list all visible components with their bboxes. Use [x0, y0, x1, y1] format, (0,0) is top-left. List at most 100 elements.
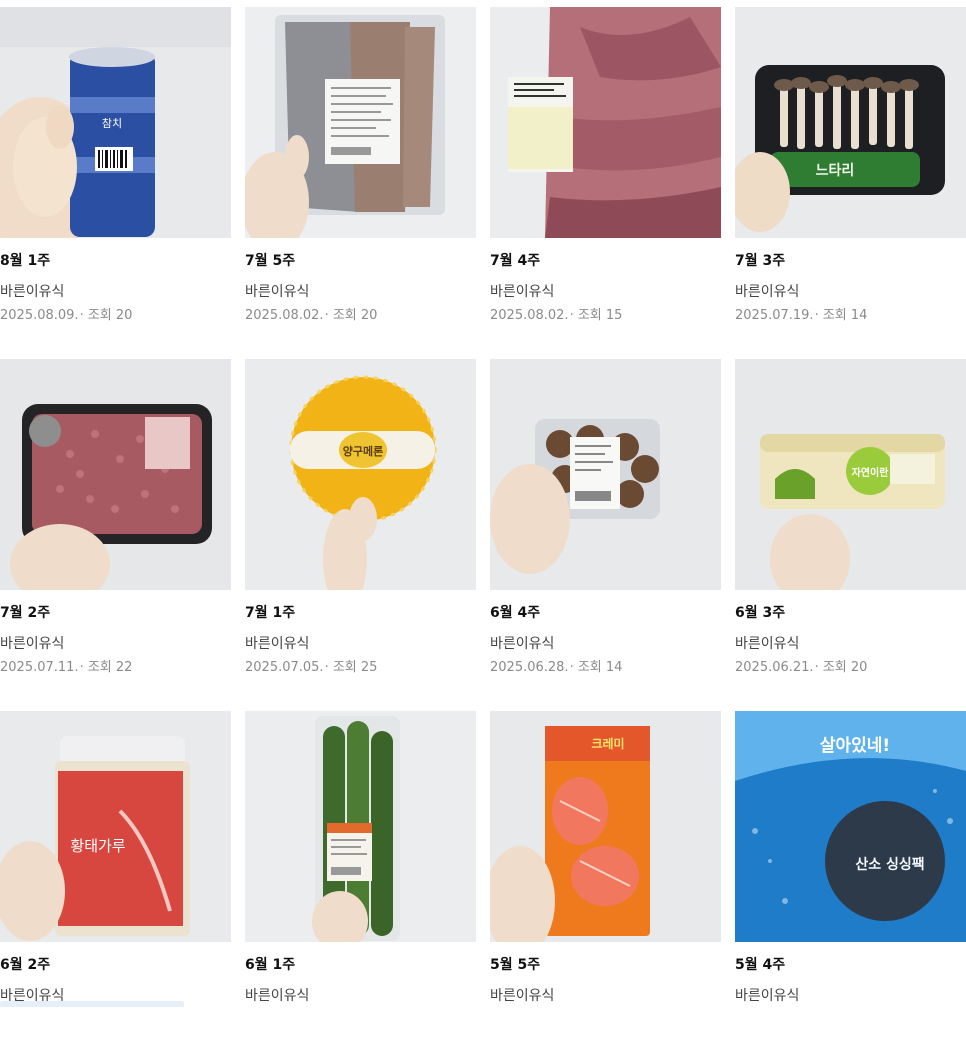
post-date: 2025.07.05.: [245, 660, 324, 675]
post-author[interactable]: 바른이유식: [735, 281, 966, 303]
post-date: 2025.08.02.: [245, 308, 324, 323]
melon-icon: 양구메론: [245, 359, 476, 590]
egg-carton-icon: 자연이란: [735, 359, 966, 590]
post-title[interactable]: 7월 4주: [490, 250, 721, 272]
post-thumbnail[interactable]: [490, 359, 721, 590]
post-views: 25: [360, 660, 378, 675]
post-title[interactable]: 7월 2주: [0, 602, 231, 624]
cucumber-icon: [245, 711, 476, 942]
post-author[interactable]: 바른이유식: [490, 633, 721, 655]
post-card[interactable]: 크레미 5월 5주 바른이유식: [490, 711, 721, 1063]
post-date: 2025.06.28.: [490, 660, 569, 675]
post-views: 15: [605, 308, 623, 323]
post-views-label: 조회: [577, 308, 602, 323]
post-author[interactable]: 바른이유식: [245, 985, 476, 1007]
post-views-label: 조회: [577, 660, 602, 675]
post-views: 14: [850, 308, 868, 323]
post-views-label: 조회: [822, 660, 847, 675]
post-meta: 2025.07.19.· 조회 14: [735, 308, 868, 323]
post-card[interactable]: 6월 1주 바른이유식: [245, 711, 476, 1063]
post-meta: 2025.06.21.· 조회 20: [735, 660, 868, 675]
post-title[interactable]: 6월 2주: [0, 954, 231, 976]
svg-text:크레미: 크레미: [591, 736, 624, 751]
svg-text:황태가루: 황태가루: [70, 837, 125, 855]
post-thumbnail[interactable]: [245, 711, 476, 942]
post-card[interactable]: 6월 4주 바른이유식 2025.06.28.· 조회 14: [490, 359, 721, 711]
post-author[interactable]: 바른이유식: [245, 281, 476, 303]
post-meta: 2025.06.28.· 조회 14: [490, 660, 623, 675]
post-views: 20: [360, 308, 378, 323]
post-views-label: 조회: [87, 308, 112, 323]
minced-meat-icon: [0, 359, 231, 590]
post-thumbnail[interactable]: 살아있네! 산소 싱싱팩: [735, 711, 966, 942]
post-title[interactable]: 5월 5주: [490, 954, 721, 976]
post-meta: 2025.07.05.· 조회 25: [245, 660, 378, 675]
post-author[interactable]: 바른이유식: [0, 281, 231, 303]
post-author[interactable]: 바른이유식: [735, 985, 966, 1007]
post-date: 2025.08.09.: [0, 308, 79, 323]
post-views: 14: [605, 660, 623, 675]
post-title[interactable]: 5월 4주: [735, 954, 966, 976]
post-author[interactable]: 바른이유식: [735, 633, 966, 655]
post-card[interactable]: 자연이란 6월 3주 바른이유식 2025.06.21.· 조회 20: [735, 359, 966, 711]
post-views: 20: [115, 308, 133, 323]
post-author[interactable]: 바른이유식: [490, 281, 721, 303]
post-meta: 2025.08.09.· 조회 20: [0, 308, 133, 323]
post-author[interactable]: 바른이유식: [245, 633, 476, 655]
post-thumbnail[interactable]: [0, 359, 231, 590]
post-date: 2025.07.11.: [0, 660, 79, 675]
svg-text:살아있네!: 살아있네!: [820, 736, 890, 756]
post-card[interactable]: 참치 8월 1주 바른이유식 2025.08.09.· 조회 20: [0, 7, 231, 359]
post-date: 2025.08.02.: [490, 308, 569, 323]
post-meta: 2025.08.02.· 조회 15: [490, 308, 623, 323]
shiitake-pack-icon: [490, 359, 721, 590]
pork-ribs-icon: [490, 7, 721, 238]
post-views: 20: [850, 660, 868, 675]
post-title[interactable]: 6월 1주: [245, 954, 476, 976]
post-meta: 2025.08.02.· 조회 20: [245, 308, 378, 323]
pollock-powder-jar-icon: 황태가루: [0, 711, 231, 942]
post-thumbnail[interactable]: 느타리: [735, 7, 966, 238]
post-date: 2025.07.19.: [735, 308, 814, 323]
post-thumbnail[interactable]: 크레미: [490, 711, 721, 942]
post-title[interactable]: 6월 4주: [490, 602, 721, 624]
post-card[interactable]: 황태가루 6월 2주 바른이유식: [0, 711, 231, 1063]
post-thumbnail[interactable]: 황태가루: [0, 711, 231, 942]
post-author[interactable]: 바른이유식: [490, 985, 721, 1007]
svg-text:산소 싱싱팩: 산소 싱싱팩: [855, 856, 924, 873]
post-card[interactable]: 7월 2주 바른이유식 2025.07.11.· 조회 22: [0, 359, 231, 711]
post-thumbnail[interactable]: 양구메론: [245, 359, 476, 590]
post-card[interactable]: 살아있네! 산소 싱싱팩 5월 4주 바른이유식: [735, 711, 966, 1063]
mushroom-tray-icon: 느타리: [735, 7, 966, 238]
post-views-label: 조회: [822, 308, 847, 323]
post-title[interactable]: 7월 5주: [245, 250, 476, 272]
post-title[interactable]: 7월 1주: [245, 602, 476, 624]
post-thumbnail[interactable]: 참치: [0, 7, 231, 238]
post-views-label: 조회: [332, 660, 357, 675]
post-card[interactable]: 양구메론 7월 1주 바른이유식 2025.07.05.· 조회 25: [245, 359, 476, 711]
post-thumbnail[interactable]: 자연이란: [735, 359, 966, 590]
post-views: 22: [115, 660, 133, 675]
canned-tuna-icon: 참치: [0, 7, 231, 238]
clam-bag-icon: 살아있네! 산소 싱싱팩: [735, 711, 966, 942]
post-title[interactable]: 6월 3주: [735, 602, 966, 624]
post-author[interactable]: 바른이유식: [0, 633, 231, 655]
post-card[interactable]: 7월 4주 바른이유식 2025.08.02.· 조회 15: [490, 7, 721, 359]
svg-text:참치: 참치: [102, 117, 122, 130]
post-meta: 2025.07.11.· 조회 22: [0, 660, 133, 675]
post-title[interactable]: 8월 1주: [0, 250, 231, 272]
post-thumbnail[interactable]: [490, 7, 721, 238]
svg-text:양구메론: 양구메론: [343, 444, 383, 458]
post-views-label: 조회: [87, 660, 112, 675]
post-card[interactable]: 느타리 7월 3주 바른이유식 2025.07.19.· 조회 14: [735, 7, 966, 359]
post-thumbnail[interactable]: [245, 7, 476, 238]
mackerel-pack-icon: [245, 7, 476, 238]
post-grid: 참치 8월 1주 바른이유식 2025.08.09.· 조회 20 7월 5주 …: [0, 7, 966, 1063]
salmon-pack-icon: 크레미: [490, 711, 721, 942]
svg-text:자연이란: 자연이란: [852, 466, 890, 479]
post-card[interactable]: 7월 5주 바른이유식 2025.08.02.· 조회 20: [245, 7, 476, 359]
scroll-indicator[interactable]: [0, 1001, 184, 1007]
post-views-label: 조회: [332, 308, 357, 323]
post-title[interactable]: 7월 3주: [735, 250, 966, 272]
svg-text:느타리: 느타리: [816, 163, 855, 179]
